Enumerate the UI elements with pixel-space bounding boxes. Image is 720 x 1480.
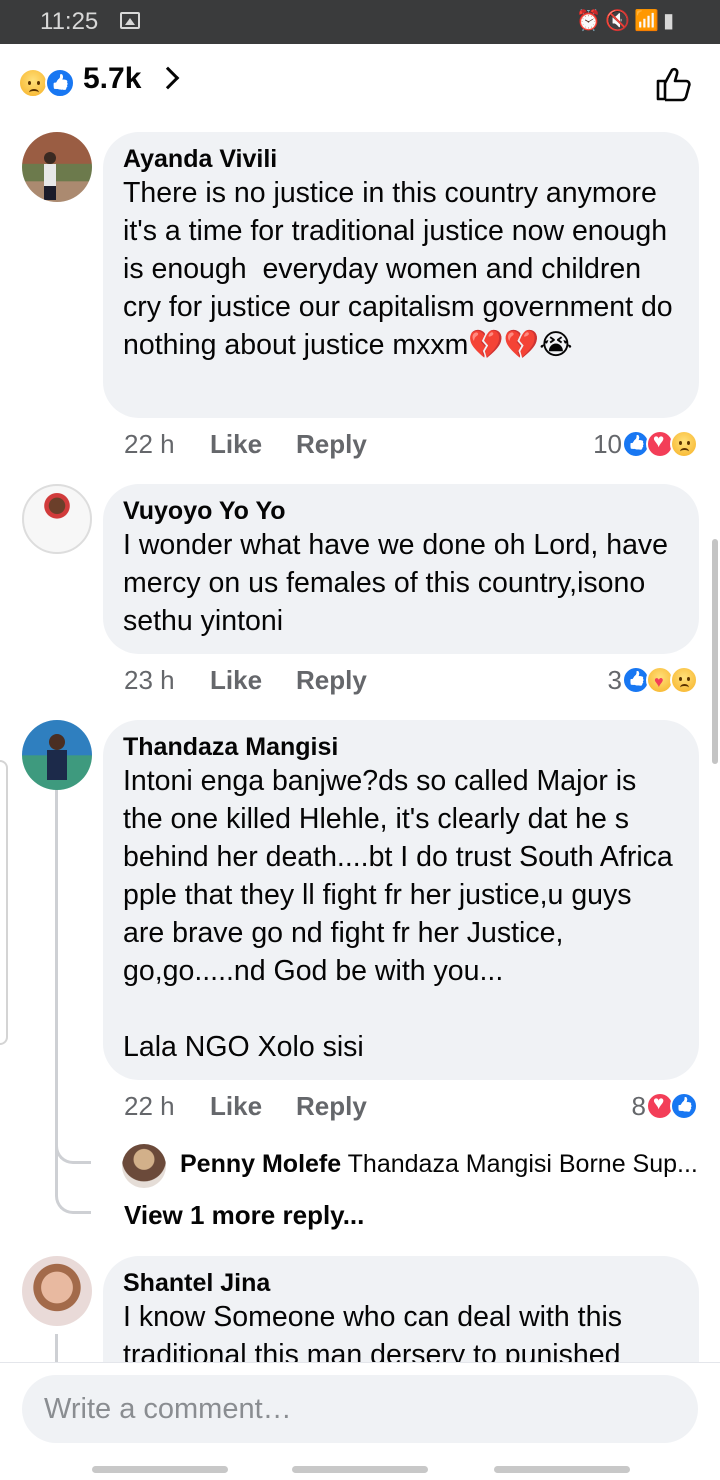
like-button[interactable]: Like xyxy=(210,665,262,696)
status-icons: ⏰🔇📶▮ xyxy=(576,8,678,33)
gallery-icon xyxy=(120,12,140,29)
comment-reactions[interactable]: 10 xyxy=(593,424,698,464)
thread-line xyxy=(55,1334,58,1364)
reply-button[interactable]: Reply xyxy=(296,429,367,460)
chevron-right-icon[interactable] xyxy=(156,66,180,90)
sad-reaction-icon xyxy=(18,68,48,98)
avatar[interactable] xyxy=(122,1144,166,1188)
side-handle xyxy=(0,760,8,1045)
comment-composer xyxy=(0,1362,720,1480)
view-more-replies-link[interactable]: View 1 more reply... xyxy=(124,1200,364,1231)
thread-branch xyxy=(55,1184,91,1214)
avatar[interactable] xyxy=(22,720,92,790)
avatar[interactable] xyxy=(22,1256,92,1326)
nav-recent[interactable] xyxy=(92,1466,228,1473)
like-outline-icon[interactable] xyxy=(654,64,694,104)
comment-author[interactable]: Shantel Jina xyxy=(123,1268,679,1298)
comment-bubble[interactable]: Vuyoyo Yo Yo I wonder what have we done … xyxy=(103,484,699,654)
wifi-icon: 📶 xyxy=(634,10,663,32)
comment-time[interactable]: 23 h xyxy=(124,665,175,696)
like-icon xyxy=(670,1092,698,1120)
comment-bubble[interactable]: Ayanda Vivili There is no justice in thi… xyxy=(103,132,699,418)
battery-icon: ▮ xyxy=(662,10,678,32)
scrollbar[interactable] xyxy=(712,539,718,764)
reply-preview-text[interactable]: Penny Molefe Thandaza Mangisi Borne Sup.… xyxy=(180,1150,720,1179)
avatar[interactable] xyxy=(22,132,92,202)
reply-button[interactable]: Reply xyxy=(296,1091,367,1122)
comment-time[interactable]: 22 h xyxy=(124,1091,175,1122)
comment-reactions[interactable]: 8 xyxy=(632,1086,698,1126)
thread-branch xyxy=(55,1134,91,1164)
comment-bubble[interactable]: Thandaza Mangisi Intoni enga banjwe?ds s… xyxy=(103,720,699,1080)
reaction-count: 10 xyxy=(593,428,622,459)
comment-reactions[interactable]: 3 xyxy=(608,660,698,700)
thread-line xyxy=(55,789,58,1189)
nav-home[interactable] xyxy=(292,1466,428,1473)
comment-author[interactable]: Thandaza Mangisi xyxy=(123,732,679,762)
comment-input[interactable] xyxy=(22,1375,698,1443)
sad-icon xyxy=(670,666,698,694)
reply-snippet: Thandaza Mangisi Borne Sup... xyxy=(347,1150,698,1178)
comment-time[interactable]: 22 h xyxy=(124,429,175,460)
like-button[interactable]: Like xyxy=(210,429,262,460)
reaction-count[interactable]: 5.7k xyxy=(83,62,141,96)
reaction-count: 3 xyxy=(607,664,622,695)
mute-icon: 🔇 xyxy=(605,10,635,32)
comment-text: There is no justice in this country anym… xyxy=(123,177,681,361)
reply-author[interactable]: Penny Molefe xyxy=(180,1150,341,1178)
alarm-icon: ⏰ xyxy=(576,10,606,32)
reaction-count: 8 xyxy=(631,1090,646,1121)
nav-back[interactable] xyxy=(494,1466,630,1473)
like-reaction-icon xyxy=(45,68,75,98)
comment-text: I wonder what have we done oh Lord, have… xyxy=(123,529,676,637)
comments-sheet: 5.7k Ayanda Vivili There is no justice i… xyxy=(0,44,720,1480)
avatar[interactable] xyxy=(22,484,92,554)
reactions-header[interactable]: 5.7k xyxy=(0,44,720,124)
status-bar: 11:25 ⏰🔇📶▮ xyxy=(0,0,720,44)
comment-author[interactable]: Vuyoyo Yo Yo xyxy=(123,496,679,526)
system-nav-bar xyxy=(0,1466,720,1480)
status-time: 11:25 xyxy=(40,8,99,35)
comment-text: Intoni enga banjwe?ds so called Major is… xyxy=(123,765,673,1063)
reply-button[interactable]: Reply xyxy=(296,665,367,696)
comment-author[interactable]: Ayanda Vivili xyxy=(123,144,679,174)
like-button[interactable]: Like xyxy=(210,1091,262,1122)
sad-icon xyxy=(670,430,698,458)
reply-preview[interactable]: Penny Molefe Thandaza Mangisi Borne Sup.… xyxy=(122,1144,720,1188)
